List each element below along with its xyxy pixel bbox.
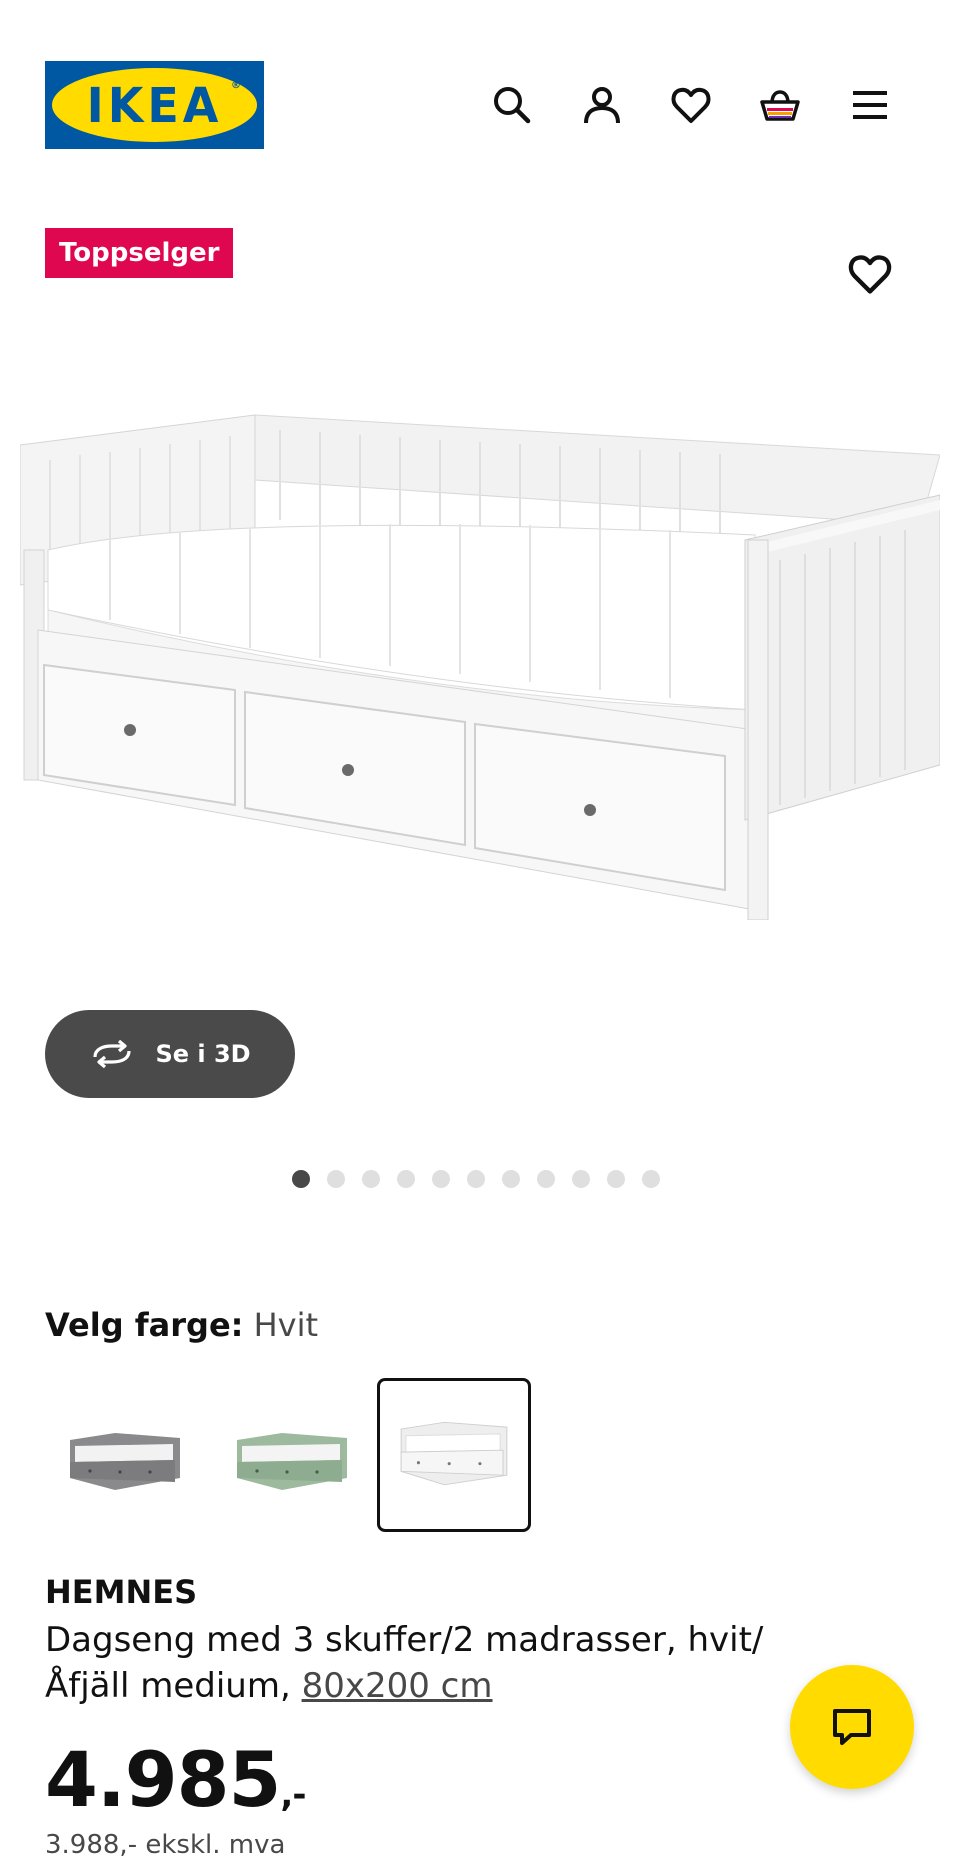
carousel-dot[interactable] (397, 1170, 415, 1188)
carousel-dot[interactable] (292, 1170, 310, 1188)
carousel-dot[interactable] (572, 1170, 590, 1188)
price-excluding-vat: 3.988,- ekskl. mva (45, 1830, 286, 1860)
price-suffix: ,- (280, 1775, 306, 1815)
carousel-dot[interactable] (327, 1170, 345, 1188)
heart-icon[interactable] (669, 83, 713, 127)
logo-registered-mark: ® (231, 80, 241, 91)
view-3d-button[interactable]: Se i 3D (45, 1010, 295, 1098)
product-size-link[interactable]: 80x200 cm (302, 1666, 493, 1706)
cart-icon[interactable] (758, 83, 802, 127)
favorite-heart-icon[interactable] (846, 250, 894, 298)
header: IKEA ® (0, 0, 960, 190)
view-3d-label: Se i 3D (155, 1040, 251, 1068)
carousel-dot[interactable] (432, 1170, 450, 1188)
carousel-dot[interactable] (642, 1170, 660, 1188)
search-icon[interactable] (490, 83, 534, 127)
logo-oval: IKEA ® (52, 68, 257, 142)
chat-button[interactable] (790, 1665, 914, 1789)
color-label: Velg farge: (45, 1306, 244, 1344)
account-icon[interactable] (580, 83, 624, 127)
color-swatch-grey[interactable] (45, 1378, 199, 1532)
ikea-logo[interactable]: IKEA ® (45, 61, 264, 149)
carousel-dot[interactable] (467, 1170, 485, 1188)
carousel-dot[interactable] (537, 1170, 555, 1188)
carousel-dot[interactable] (362, 1170, 380, 1188)
top-seller-badge: Toppselger (45, 228, 234, 278)
product-image[interactable] (19, 400, 941, 921)
chat-icon (833, 1709, 871, 1745)
carousel-dot[interactable] (502, 1170, 520, 1188)
color-selector-label: Velg farge: Hvit (45, 1306, 318, 1344)
product-description: Dagseng med 3 skuffer/2 madrasser, hvit/… (45, 1617, 845, 1709)
menu-icon[interactable] (848, 83, 892, 127)
price-main: 4.985 (45, 1735, 281, 1824)
product-name: HEMNES (45, 1573, 198, 1611)
color-swatch-green[interactable] (212, 1378, 366, 1532)
rotate-3d-icon (93, 1039, 132, 1069)
carousel-dot[interactable] (607, 1170, 625, 1188)
logo-text: IKEA (86, 76, 223, 134)
product-price: 4.985,- (45, 1735, 306, 1824)
color-swatch-white[interactable] (377, 1378, 531, 1532)
image-carousel-dots (292, 1170, 660, 1188)
color-value: Hvit (253, 1306, 319, 1344)
